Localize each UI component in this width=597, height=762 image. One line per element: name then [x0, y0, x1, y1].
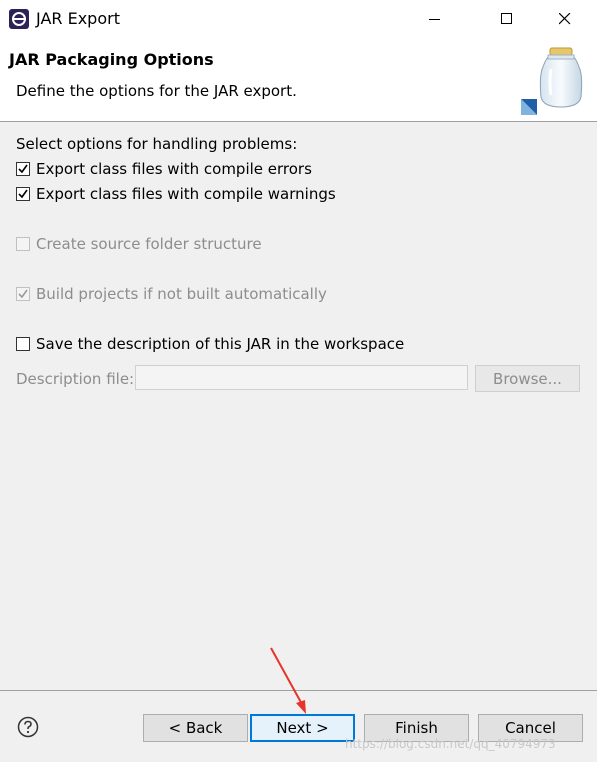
build-projects-checkbox: Build projects if not built automaticall… — [16, 285, 327, 303]
save-description-label[interactable]: Save the description of this JAR in the … — [36, 335, 404, 353]
page-title: JAR Packaging Options — [9, 50, 214, 69]
maximize-icon — [501, 13, 512, 24]
next-button[interactable]: Next > — [250, 714, 355, 742]
title-bar: JAR Export — [0, 0, 597, 38]
export-warnings-label[interactable]: Export class files with compile warnings — [36, 185, 336, 203]
problems-section-label: Select options for handling problems: — [16, 135, 298, 153]
help-icon[interactable] — [17, 716, 39, 738]
source-folder-checkbox: Create source folder structure — [16, 235, 262, 253]
checkbox-box[interactable] — [16, 337, 30, 351]
browse-button: Browse... — [475, 365, 580, 392]
window-title: JAR Export — [36, 9, 120, 28]
save-description-checkbox[interactable]: Save the description of this JAR in the … — [16, 335, 404, 353]
build-projects-label: Build projects if not built automaticall… — [36, 285, 327, 303]
jar-icon — [521, 45, 589, 115]
description-file-label: Description file: — [16, 370, 135, 388]
close-button[interactable] — [542, 0, 588, 38]
checkmark-icon — [18, 164, 28, 174]
checkmark-icon — [18, 189, 28, 199]
wizard-header: JAR Packaging Options Define the options… — [0, 38, 597, 122]
checkbox-box — [16, 287, 30, 301]
checkmark-icon — [18, 289, 28, 299]
export-errors-checkbox[interactable]: Export class files with compile errors — [16, 160, 312, 178]
export-warnings-checkbox[interactable]: Export class files with compile warnings — [16, 185, 336, 203]
back-button[interactable]: < Back — [143, 714, 248, 742]
header-separator — [0, 121, 597, 122]
checkbox-box[interactable] — [16, 162, 30, 176]
source-folder-label: Create source folder structure — [36, 235, 262, 253]
checkbox-box — [16, 237, 30, 251]
footer-separator — [0, 690, 597, 691]
minimize-icon — [429, 19, 440, 20]
checkbox-box[interactable] — [16, 187, 30, 201]
description-file-input — [135, 365, 468, 390]
export-errors-label[interactable]: Export class files with compile errors — [36, 160, 312, 178]
watermark: https://blog.csdn.net/qq_40794973 — [345, 737, 556, 751]
page-description: Define the options for the JAR export. — [16, 82, 297, 100]
maximize-button[interactable] — [484, 0, 530, 38]
close-icon — [559, 13, 571, 25]
minimize-button[interactable] — [412, 0, 458, 38]
eclipse-icon — [9, 9, 29, 29]
